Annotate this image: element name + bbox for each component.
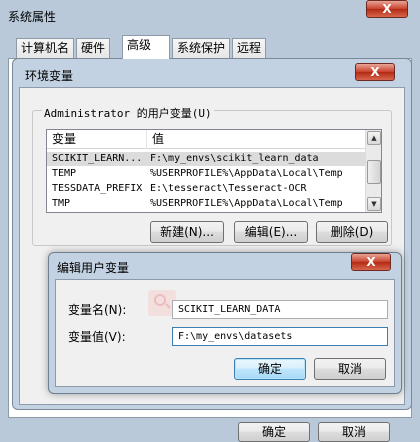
var-name-label: 变量名(N):: [68, 303, 127, 317]
var-value-field[interactable]: F:\my_envs\datasets: [172, 327, 388, 346]
system-properties-cancel-button[interactable]: 取消: [318, 422, 390, 442]
scroll-down-icon[interactable]: ▼: [367, 197, 381, 211]
button-label: 取消: [337, 362, 362, 376]
var-name: SCIKIT_LEARN...: [52, 153, 143, 164]
edit-var-ok-button[interactable]: 确定: [234, 358, 306, 380]
tab-computer-name[interactable]: 计算机名: [16, 38, 75, 58]
system-properties-close-button[interactable]: X: [366, 0, 408, 18]
column-header-value[interactable]: 值: [147, 130, 367, 149]
tab-label: 计算机名: [21, 41, 70, 55]
var-value: %USERPROFILE%\AppData\Local\Temp: [150, 168, 343, 179]
var-value-label: 变量值(V):: [68, 330, 126, 344]
tab-label: 远程: [237, 41, 262, 55]
close-icon: X: [370, 65, 380, 79]
edit-var-cancel-button[interactable]: 取消: [314, 358, 386, 380]
system-properties-ok-button[interactable]: 确定: [238, 422, 310, 442]
system-properties-title: 系统属性: [8, 10, 57, 24]
list-header: 变量 值: [47, 130, 381, 149]
var-name: TESSDATA_PREFIX: [52, 183, 143, 194]
tab-hardware[interactable]: 硬件: [76, 38, 111, 58]
tab-remote[interactable]: 远程: [232, 38, 267, 58]
list-item[interactable]: TESSDATA_PREFIX E:\tesseract\Tesseract-O…: [47, 182, 381, 196]
button-label: 确定: [261, 425, 286, 439]
column-header-variable[interactable]: 变量: [47, 130, 147, 149]
tab-advanced[interactable]: 高级: [122, 35, 170, 59]
button-label: 编辑(E)...: [244, 225, 298, 239]
edit-var-dialog-title: 编辑用户变量: [57, 261, 130, 275]
var-value: F:\my_envs\scikit_learn_data: [150, 153, 319, 164]
edit-var-button[interactable]: 编辑(E)...: [234, 221, 308, 243]
button-label: 新建(N)...: [160, 225, 214, 239]
button-label: 删除(D): [330, 225, 374, 239]
list-scrollbar[interactable]: ▲ ▼: [365, 130, 381, 212]
scroll-up-icon[interactable]: ▲: [367, 131, 381, 145]
var-value: %USERPROFILE%\AppData\Local\Temp: [150, 198, 343, 209]
button-label: 取消: [341, 425, 366, 439]
tab-system-protection[interactable]: 系统保护: [172, 38, 231, 58]
edit-var-dialog: 编辑用户变量 X 变量名(N): SCIKIT_LEARN_DATA 变量值(V…: [48, 252, 402, 394]
var-name-field[interactable]: SCIKIT_LEARN_DATA: [172, 300, 388, 319]
list-item[interactable]: TEMP %USERPROFILE%\AppData\Local\Temp: [47, 167, 381, 181]
var-name: TEMP: [52, 168, 77, 179]
env-vars-title: 环境变量: [25, 69, 74, 83]
tab-label: 高级: [127, 38, 152, 52]
var-name: TMP: [52, 198, 71, 209]
env-vars-close-button[interactable]: X: [355, 63, 395, 81]
edit-var-dialog-close-button[interactable]: X: [351, 253, 391, 271]
user-vars-group-title: Administrator 的用户变量(U): [42, 105, 214, 121]
close-icon: X: [382, 2, 392, 16]
tab-label: 硬件: [81, 41, 106, 55]
list-item[interactable]: TMP %USERPROFILE%\AppData\Local\Temp: [47, 197, 381, 211]
list-item[interactable]: SCIKIT_LEARN... F:\my_envs\scikit_learn_…: [47, 152, 381, 166]
scroll-thumb[interactable]: [367, 160, 381, 184]
edit-var-dialog-client: 变量名(N): SCIKIT_LEARN_DATA 变量值(V): F:\my_…: [55, 279, 395, 387]
var-value: E:\tesseract\Tesseract-OCR: [150, 183, 307, 194]
new-var-button[interactable]: 新建(N)...: [150, 221, 224, 243]
delete-var-button[interactable]: 删除(D): [316, 221, 388, 243]
close-icon: X: [366, 255, 376, 269]
button-label: 确定: [257, 362, 282, 376]
tab-label: 系统保护: [177, 41, 226, 55]
user-vars-list[interactable]: 变量 值 SCIKIT_LEARN... F:\my_envs\scikit_l…: [46, 129, 382, 213]
